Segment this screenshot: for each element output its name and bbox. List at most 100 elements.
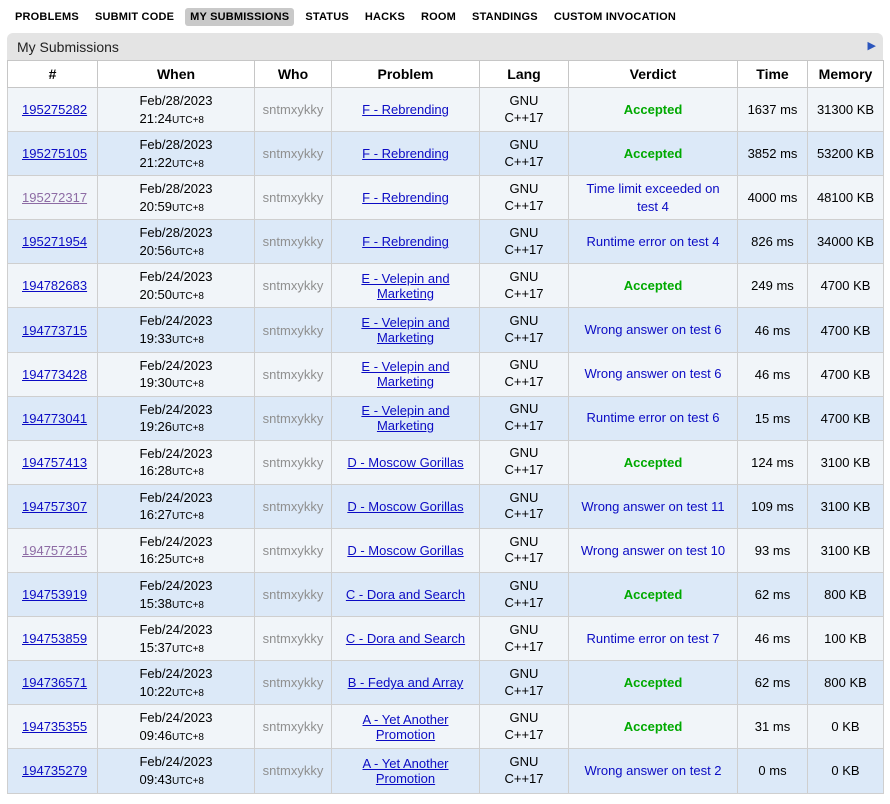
expand-arrow-icon[interactable]: ▶ — [868, 41, 876, 52]
submission-time: 20:56 — [139, 243, 172, 258]
submission-id-link[interactable]: 195275282 — [22, 102, 87, 117]
contest-nav: PROBLEMS SUBMIT CODE MY SUBMISSIONS STAT… — [0, 0, 890, 31]
submission-id-cell: 194753919 — [8, 573, 98, 617]
submission-id-link[interactable]: 195271954 — [22, 234, 87, 249]
exec-time-cell: 826 ms — [738, 220, 808, 264]
problem-link[interactable]: E - Velepin and Marketing — [361, 315, 449, 345]
exec-time-cell: 93 ms — [738, 528, 808, 572]
lang-cell: GNU C++17 — [480, 220, 569, 264]
submission-id-link[interactable]: 195275105 — [22, 146, 87, 161]
problem-link[interactable]: E - Velepin and Marketing — [361, 359, 449, 389]
verdict-cell: Time limit exceeded on test 4 — [569, 176, 738, 220]
who-cell: sntmxykky — [255, 396, 332, 440]
exec-time-cell: 62 ms — [738, 661, 808, 705]
memory-cell: 4700 KB — [808, 352, 884, 396]
problem-cell: E - Velepin and Marketing — [332, 264, 480, 308]
problem-cell: F - Rebrending — [332, 88, 480, 132]
who-cell: sntmxykky — [255, 573, 332, 617]
verdict-cell: Runtime error on test 4 — [569, 220, 738, 264]
problem-cell: B - Fedya and Array — [332, 661, 480, 705]
when-cell: Feb/28/2023 21:24UTC+8 — [98, 88, 255, 132]
submission-time: 10:22 — [139, 684, 172, 699]
lang-cell: GNU C++17 — [480, 661, 569, 705]
submission-id-link[interactable]: 194757307 — [22, 499, 87, 514]
language-label: GNU C++17 — [504, 93, 543, 125]
submission-timezone: UTC+8 — [172, 776, 204, 787]
problem-link[interactable]: C - Dora and Search — [346, 631, 465, 646]
lang-cell: GNU C++17 — [480, 705, 569, 749]
verdict-text: Accepted — [624, 587, 683, 602]
nav-custom-invocation[interactable]: CUSTOM INVOCATION — [549, 8, 681, 26]
memory-cell: 800 KB — [808, 573, 884, 617]
problem-link[interactable]: F - Rebrending — [362, 234, 449, 249]
exec-time-cell: 62 ms — [738, 573, 808, 617]
problem-cell: E - Velepin and Marketing — [332, 396, 480, 440]
problem-cell: E - Velepin and Marketing — [332, 352, 480, 396]
nav-problems[interactable]: PROBLEMS — [10, 8, 84, 26]
language-label: GNU C++17 — [504, 401, 543, 433]
problem-link[interactable]: F - Rebrending — [362, 102, 449, 117]
username: sntmxykky — [263, 587, 324, 602]
problem-cell: C - Dora and Search — [332, 573, 480, 617]
verdict-text: Accepted — [624, 146, 683, 161]
submission-id-link[interactable]: 194757215 — [22, 543, 87, 558]
problem-cell: D - Moscow Gorillas — [332, 440, 480, 484]
submission-timezone: UTC+8 — [172, 467, 204, 478]
problem-link[interactable]: F - Rebrending — [362, 146, 449, 161]
when-cell: Feb/28/2023 20:59UTC+8 — [98, 176, 255, 220]
problem-link[interactable]: D - Moscow Gorillas — [347, 543, 463, 558]
submission-id-link[interactable]: 194757413 — [22, 455, 87, 470]
submission-id-link[interactable]: 194773428 — [22, 367, 87, 382]
problem-link[interactable]: D - Moscow Gorillas — [347, 499, 463, 514]
verdict-cell: Runtime error on test 7 — [569, 617, 738, 661]
problem-link[interactable]: F - Rebrending — [362, 190, 449, 205]
language-label: GNU C++17 — [504, 225, 543, 257]
nav-standings[interactable]: STANDINGS — [467, 8, 543, 26]
username: sntmxykky — [263, 411, 324, 426]
language-label: GNU C++17 — [504, 269, 543, 301]
submission-date: Feb/24/2023 — [139, 313, 212, 328]
nav-my-submissions[interactable]: MY SUBMISSIONS — [185, 8, 294, 26]
table-row: 194735279 Feb/24/2023 09:43UTC+8 sntmxyk… — [8, 749, 884, 793]
submission-timezone: UTC+8 — [172, 555, 204, 566]
submission-id-link[interactable]: 194773041 — [22, 411, 87, 426]
language-label: GNU C++17 — [504, 710, 543, 742]
problem-link[interactable]: A - Yet Another Promotion — [362, 756, 448, 786]
submission-id-link[interactable]: 194773715 — [22, 323, 87, 338]
submission-date: Feb/24/2023 — [139, 490, 212, 505]
submission-id-link[interactable]: 194782683 — [22, 278, 87, 293]
lang-cell: GNU C++17 — [480, 617, 569, 661]
nav-status[interactable]: STATUS — [300, 8, 354, 26]
problem-link[interactable]: E - Velepin and Marketing — [361, 271, 449, 301]
verdict-cell: Accepted — [569, 705, 738, 749]
submission-date: Feb/28/2023 — [139, 137, 212, 152]
exec-time-cell: 249 ms — [738, 264, 808, 308]
problem-link[interactable]: A - Yet Another Promotion — [362, 712, 448, 742]
submission-id-link[interactable]: 194753919 — [22, 587, 87, 602]
nav-room[interactable]: ROOM — [416, 8, 461, 26]
language-label: GNU C++17 — [504, 181, 543, 213]
submission-date: Feb/24/2023 — [139, 666, 212, 681]
problem-link[interactable]: B - Fedya and Array — [348, 675, 464, 690]
submission-id-link[interactable]: 194736571 — [22, 675, 87, 690]
table-row: 194753919 Feb/24/2023 15:38UTC+8 sntmxyk… — [8, 573, 884, 617]
verdict-cell: Accepted — [569, 573, 738, 617]
problem-link[interactable]: E - Velepin and Marketing — [361, 403, 449, 433]
nav-submit-code[interactable]: SUBMIT CODE — [90, 8, 179, 26]
who-cell: sntmxykky — [255, 176, 332, 220]
problem-link[interactable]: C - Dora and Search — [346, 587, 465, 602]
submission-id-link[interactable]: 194735355 — [22, 719, 87, 734]
submission-id-link[interactable]: 195272317 — [22, 190, 87, 205]
lang-cell: GNU C++17 — [480, 352, 569, 396]
verdict-text: Accepted — [624, 102, 683, 117]
submission-id-link[interactable]: 194735279 — [22, 763, 87, 778]
submission-id-link[interactable]: 194753859 — [22, 631, 87, 646]
problem-link[interactable]: D - Moscow Gorillas — [347, 455, 463, 470]
submission-time: 19:26 — [139, 419, 172, 434]
memory-cell: 800 KB — [808, 661, 884, 705]
nav-hacks[interactable]: HACKS — [360, 8, 410, 26]
submission-time: 09:43 — [139, 772, 172, 787]
verdict-text: Accepted — [624, 719, 683, 734]
problem-cell: A - Yet Another Promotion — [332, 705, 480, 749]
verdict-cell: Accepted — [569, 132, 738, 176]
